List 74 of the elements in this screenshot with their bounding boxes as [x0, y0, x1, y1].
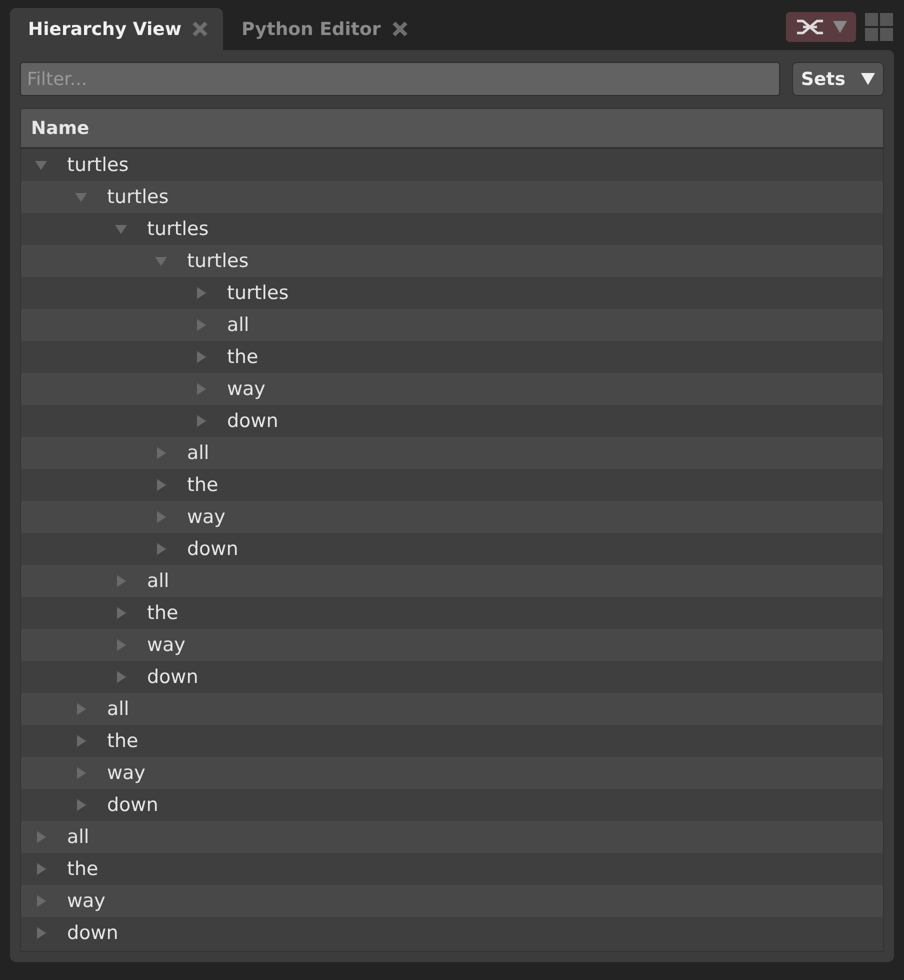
tree-row[interactable]: turtles [21, 245, 883, 277]
collapsed-icon[interactable] [75, 799, 87, 811]
collapsed-icon[interactable] [115, 607, 127, 619]
row-label: turtles [147, 218, 209, 240]
collapsed-icon[interactable] [155, 479, 167, 491]
row-label: down [227, 410, 278, 432]
tree-row[interactable]: way [21, 629, 883, 661]
row-label: down [67, 922, 118, 944]
collapsed-icon[interactable] [155, 511, 167, 523]
caret-icon [833, 21, 847, 33]
tree-row[interactable]: turtles [21, 181, 883, 213]
collapsed-icon[interactable] [75, 735, 87, 747]
row-label: all [107, 698, 130, 720]
tree-row[interactable]: all [21, 309, 883, 341]
row-label: all [147, 570, 170, 592]
collapsed-icon[interactable] [195, 383, 207, 395]
crossing-lines-icon [795, 18, 825, 36]
collapsed-icon[interactable] [35, 831, 47, 843]
expanded-icon[interactable] [75, 191, 87, 203]
tree-row[interactable]: way [21, 757, 883, 789]
tree-row[interactable]: way [21, 501, 883, 533]
collapsed-icon[interactable] [35, 895, 47, 907]
tree-row[interactable]: all [21, 693, 883, 725]
collapsed-icon[interactable] [35, 863, 47, 875]
collapsed-icon[interactable] [115, 575, 127, 587]
tree-row[interactable]: way [21, 373, 883, 405]
row-label: the [67, 858, 98, 880]
row-label: turtles [187, 250, 249, 272]
row-label: all [187, 442, 210, 464]
sets-button[interactable]: Sets [792, 62, 884, 96]
grid-icon[interactable] [864, 12, 894, 42]
row-label: turtles [67, 154, 129, 176]
tree-row[interactable]: all [21, 821, 883, 853]
row-label: way [227, 378, 266, 400]
row-label: way [107, 762, 146, 784]
row-label: the [147, 602, 178, 624]
collapsed-icon[interactable] [195, 351, 207, 363]
collapsed-icon[interactable] [195, 319, 207, 331]
row-label: way [67, 890, 106, 912]
row-label: way [187, 506, 226, 528]
collapsed-icon[interactable] [75, 767, 87, 779]
tree-row[interactable]: all [21, 565, 883, 597]
tab[interactable]: Python Editor [223, 8, 423, 50]
row-label: down [147, 666, 198, 688]
caret-icon [861, 72, 875, 86]
row-label: the [227, 346, 258, 368]
collapsed-icon[interactable] [155, 447, 167, 459]
tree-row[interactable]: way [21, 885, 883, 917]
row-label: the [107, 730, 138, 752]
collapsed-icon[interactable] [75, 703, 87, 715]
expanded-icon[interactable] [155, 255, 167, 267]
collapsed-icon[interactable] [35, 927, 47, 939]
column-header[interactable]: Name [31, 118, 90, 138]
expanded-icon[interactable] [115, 223, 127, 235]
row-label: the [187, 474, 218, 496]
row-label: way [147, 634, 186, 656]
row-label: turtles [227, 282, 289, 304]
tab[interactable]: Hierarchy View [10, 8, 224, 50]
collapsed-icon[interactable] [115, 671, 127, 683]
collapsed-icon[interactable] [155, 543, 167, 555]
collapsed-icon[interactable] [115, 639, 127, 651]
row-label: turtles [107, 186, 169, 208]
close-icon[interactable] [191, 20, 210, 38]
expanded-icon[interactable] [35, 159, 47, 171]
row-label: all [67, 826, 90, 848]
close-icon[interactable] [390, 20, 409, 38]
filter-field[interactable]: Filter... [20, 62, 780, 96]
tree-row[interactable]: all [21, 437, 883, 469]
collapsed-icon[interactable] [195, 415, 207, 427]
collapsed-icon[interactable] [195, 287, 207, 299]
row-label: down [107, 794, 158, 816]
row-label: all [227, 314, 250, 336]
layout-button[interactable] [786, 12, 856, 42]
row-label: down [187, 538, 238, 560]
